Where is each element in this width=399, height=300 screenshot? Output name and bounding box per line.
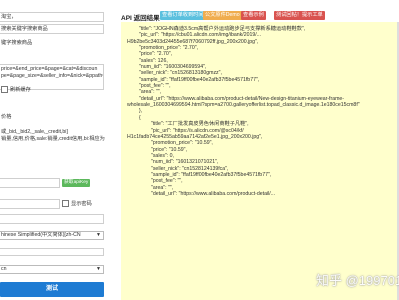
language-select[interactable]: hinese Simplified(中文简体)[zh-CN ▼: [0, 231, 104, 240]
header-button-1[interactable]: 查看订单收到时间: [160, 11, 206, 20]
cache-option[interactable]: 刷新缓存: [1, 86, 31, 94]
extra-field[interactable]: [0, 214, 104, 224]
test-button[interactable]: 测试: [0, 282, 104, 297]
header-button-4[interactable]: 测试回帖！提示工单: [274, 11, 325, 20]
region-select-value: cn: [1, 266, 7, 272]
keyword-label: 键字搜索商品: [1, 40, 33, 46]
api-hint-field[interactable]: 搜索关键字搜索商品: [0, 24, 104, 34]
api-result-panel[interactable]: "title": "JOGHN森迪3.5cm高帮户外运动跑步足弓支撑新系糖运动鞋…: [121, 22, 399, 300]
chevron-down-icon: ▼: [96, 266, 101, 272]
region-select[interactable]: cn ▼: [0, 265, 104, 274]
get-apikey-button[interactable]: 获取apiKey: [62, 179, 91, 187]
sort-hint: 或_bid,_bid2,_sale,_credit,bi]: [1, 129, 68, 135]
show-password-option[interactable]: 显示密码: [62, 200, 92, 208]
api-name-field[interactable]: 淘宝，: [0, 12, 104, 22]
json-line: "detail_url": "https://www.alibaba.com/p…: [151, 190, 276, 197]
empty-field[interactable]: [0, 248, 104, 256]
apikey-field[interactable]: [0, 178, 60, 188]
show-password-label: 显示密码: [71, 201, 92, 207]
chevron-down-icon: ▼: [96, 232, 101, 238]
header-button-3[interactable]: 查看示例: [241, 11, 266, 20]
output-label: 价格: [1, 114, 12, 120]
language-select-value: hinese Simplified(中文简体)[zh-CN: [1, 232, 81, 238]
result-title: API 返回结果: [121, 15, 160, 22]
cache-checkbox-label: 刷新缓存: [10, 87, 31, 93]
api-test-form: 淘宝， 搜索关键字搜索商品 键字搜索商品 price=&end_price=&p…: [0, 0, 113, 300]
cache-checkbox[interactable]: [1, 86, 8, 94]
show-password-checkbox[interactable]: [62, 200, 69, 208]
watermark: 知乎 @1997010: [316, 273, 399, 288]
json-output: "title": "JOGHN森迪3.5cm高帮户外运动跑步足弓支撑新系糖运动鞋…: [127, 26, 399, 197]
password-field[interactable]: [0, 199, 60, 209]
json-line: wholesale_1600304699594.html?spm=a2700.g…: [127, 102, 360, 109]
header-button-2[interactable]: 公文原件Demo: [203, 11, 242, 20]
sort-description: 销量,信用,价格,sale:销量,credit信用,bi:相应为: [1, 136, 105, 142]
